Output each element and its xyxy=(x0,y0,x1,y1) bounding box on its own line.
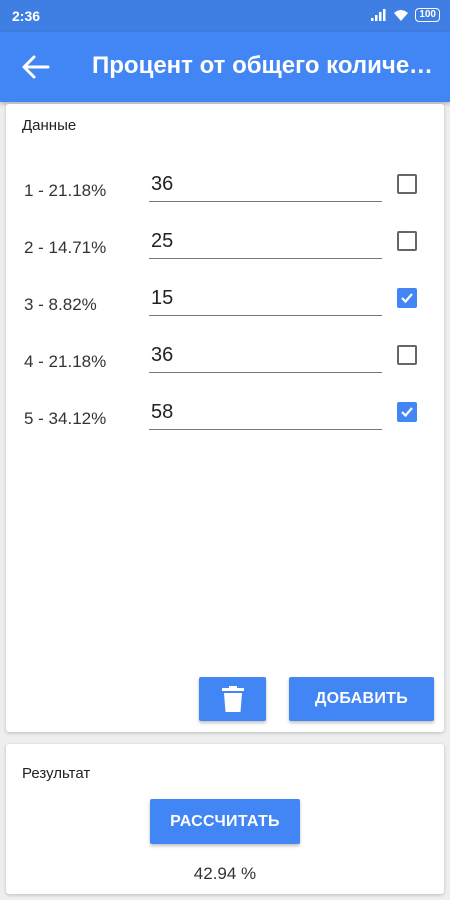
row-label-4: 4 - 21.18% xyxy=(24,352,107,371)
delete-button[interactable] xyxy=(199,677,266,721)
value-input-1[interactable] xyxy=(149,168,382,202)
row-checkbox-5[interactable] xyxy=(397,402,417,422)
check-icon xyxy=(401,293,413,304)
battery-icon: 100 xyxy=(415,8,440,22)
row-checkbox-1[interactable] xyxy=(397,174,417,194)
check-icon xyxy=(401,407,413,418)
page-title: Процент от общего количества xyxy=(92,52,442,79)
status-time: 2:36 xyxy=(12,8,41,24)
data-section-title: Данные xyxy=(22,117,77,134)
row-label-2: 2 - 14.71% xyxy=(24,238,107,257)
data-card: Данные 1 - 21.18% 2 - 14.71% 3 - 8.82% 4… xyxy=(6,104,444,732)
value-input-5[interactable] xyxy=(149,396,382,430)
row-label-5: 5 - 34.12% xyxy=(24,409,107,428)
trash-icon xyxy=(221,686,244,712)
row-label-3: 3 - 8.82% xyxy=(24,295,97,314)
row-checkbox-4[interactable] xyxy=(397,345,417,365)
row-label-1: 1 - 21.18% xyxy=(24,181,107,200)
calculate-button[interactable]: РАССЧИТАТЬ xyxy=(150,799,300,844)
back-arrow-icon[interactable] xyxy=(20,53,50,81)
wifi-icon xyxy=(394,9,409,21)
row-checkbox-3[interactable] xyxy=(397,288,417,308)
result-card: Результат РАССЧИТАТЬ 42.94 % xyxy=(6,744,444,894)
result-section-title: Результат xyxy=(22,765,91,782)
value-input-2[interactable] xyxy=(149,225,382,259)
status-bar: 2:36 100 xyxy=(0,0,450,32)
signal-icon xyxy=(371,9,386,21)
value-input-3[interactable] xyxy=(149,282,382,316)
result-value: 42.94 % xyxy=(193,864,257,883)
row-checkbox-2[interactable] xyxy=(397,231,417,251)
app-bar: Процент от общего количества xyxy=(0,32,450,102)
status-icons: 100 xyxy=(371,8,440,22)
value-input-4[interactable] xyxy=(149,339,382,373)
add-button[interactable]: ДОБАВИТЬ xyxy=(289,677,434,721)
